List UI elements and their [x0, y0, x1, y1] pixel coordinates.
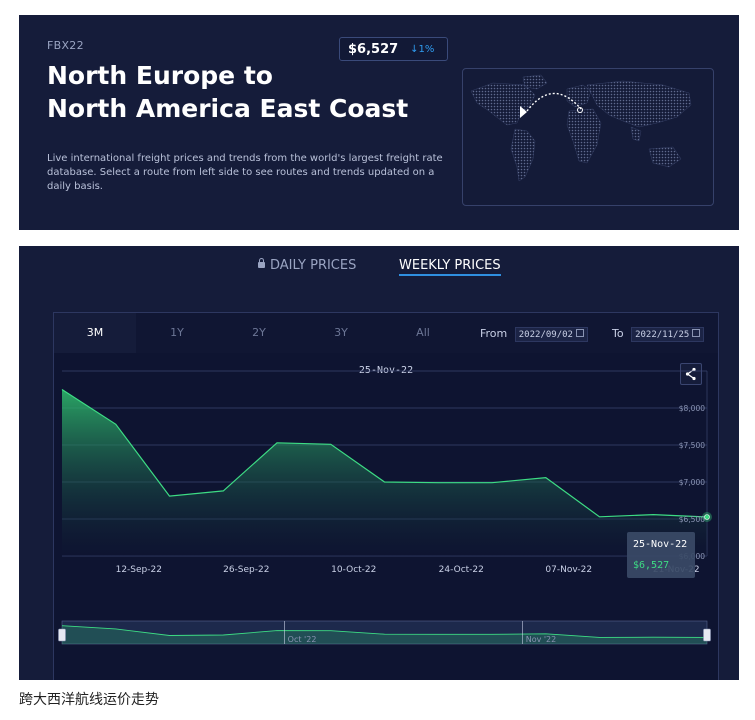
y-tick-label: $7,000 [679, 478, 705, 487]
price-area [62, 389, 707, 556]
navigator-label: Nov '22 [526, 635, 557, 644]
navigator-left-handle[interactable] [58, 628, 66, 642]
x-tick-label: 24-Oct-22 [439, 565, 484, 575]
world-map [470, 74, 692, 182]
price-change: ↓1% [410, 43, 435, 55]
navigator-label: Oct '22 [288, 635, 317, 644]
route-title-line2: North America East Coast [47, 94, 409, 123]
price-chart: 25-Nov-22 12-Sep-22 26-Sep-22 10-Oct-22 24-… [58, 365, 712, 645]
tooltip-date: 25-Nov-22 [633, 539, 687, 550]
price-panel: DAILY PRICES WEEKLY PRICES 3M 1Y 2Y 3Y A… [19, 246, 739, 680]
navigator-right-handle[interactable] [703, 628, 711, 642]
y-tick-label: $8,000 [679, 404, 705, 413]
tab-weekly-label: WEEKLY PRICES [399, 258, 501, 273]
world-map-icon [462, 68, 714, 206]
route-title-line1: North Europe to [47, 61, 273, 90]
lock-icon [258, 258, 265, 268]
route-title: North Europe to North America East Coast [47, 59, 408, 125]
x-tick-label: 26-Sep-22 [223, 565, 269, 575]
tab-weekly-prices[interactable]: WEEKLY PRICES [399, 258, 501, 276]
price-tabs: DAILY PRICES WEEKLY PRICES [19, 258, 739, 282]
tab-daily-prices[interactable]: DAILY PRICES [258, 258, 356, 273]
footer-caption: 跨大西洋航线运价走势 [19, 692, 159, 708]
current-price: $6,527 [348, 41, 399, 57]
x-tick-label: 12-Sep-22 [116, 565, 162, 575]
tab-daily-label: DAILY PRICES [270, 258, 357, 273]
price-badge: $6,527 ↓1% [339, 37, 448, 61]
route-code: FBX22 [47, 39, 84, 52]
route-header: FBX22 $6,527 ↓1% North Europe to North A… [19, 15, 739, 230]
active-point [704, 514, 710, 520]
chart-container: 3M 1Y 2Y 3Y All From 2022/09/02 To 2022/… [53, 312, 719, 680]
route-description: Live international freight prices and tr… [47, 153, 443, 192]
x-tick-label: 07-Nov-22 [545, 565, 592, 575]
chart-title: 25-Nov-22 [359, 365, 413, 376]
y-tick-label: $6,500 [679, 515, 705, 524]
tooltip-value: $6,527 [633, 560, 669, 571]
x-tick-label: 10-Oct-22 [331, 565, 376, 575]
y-tick-label: $7,500 [679, 441, 705, 450]
